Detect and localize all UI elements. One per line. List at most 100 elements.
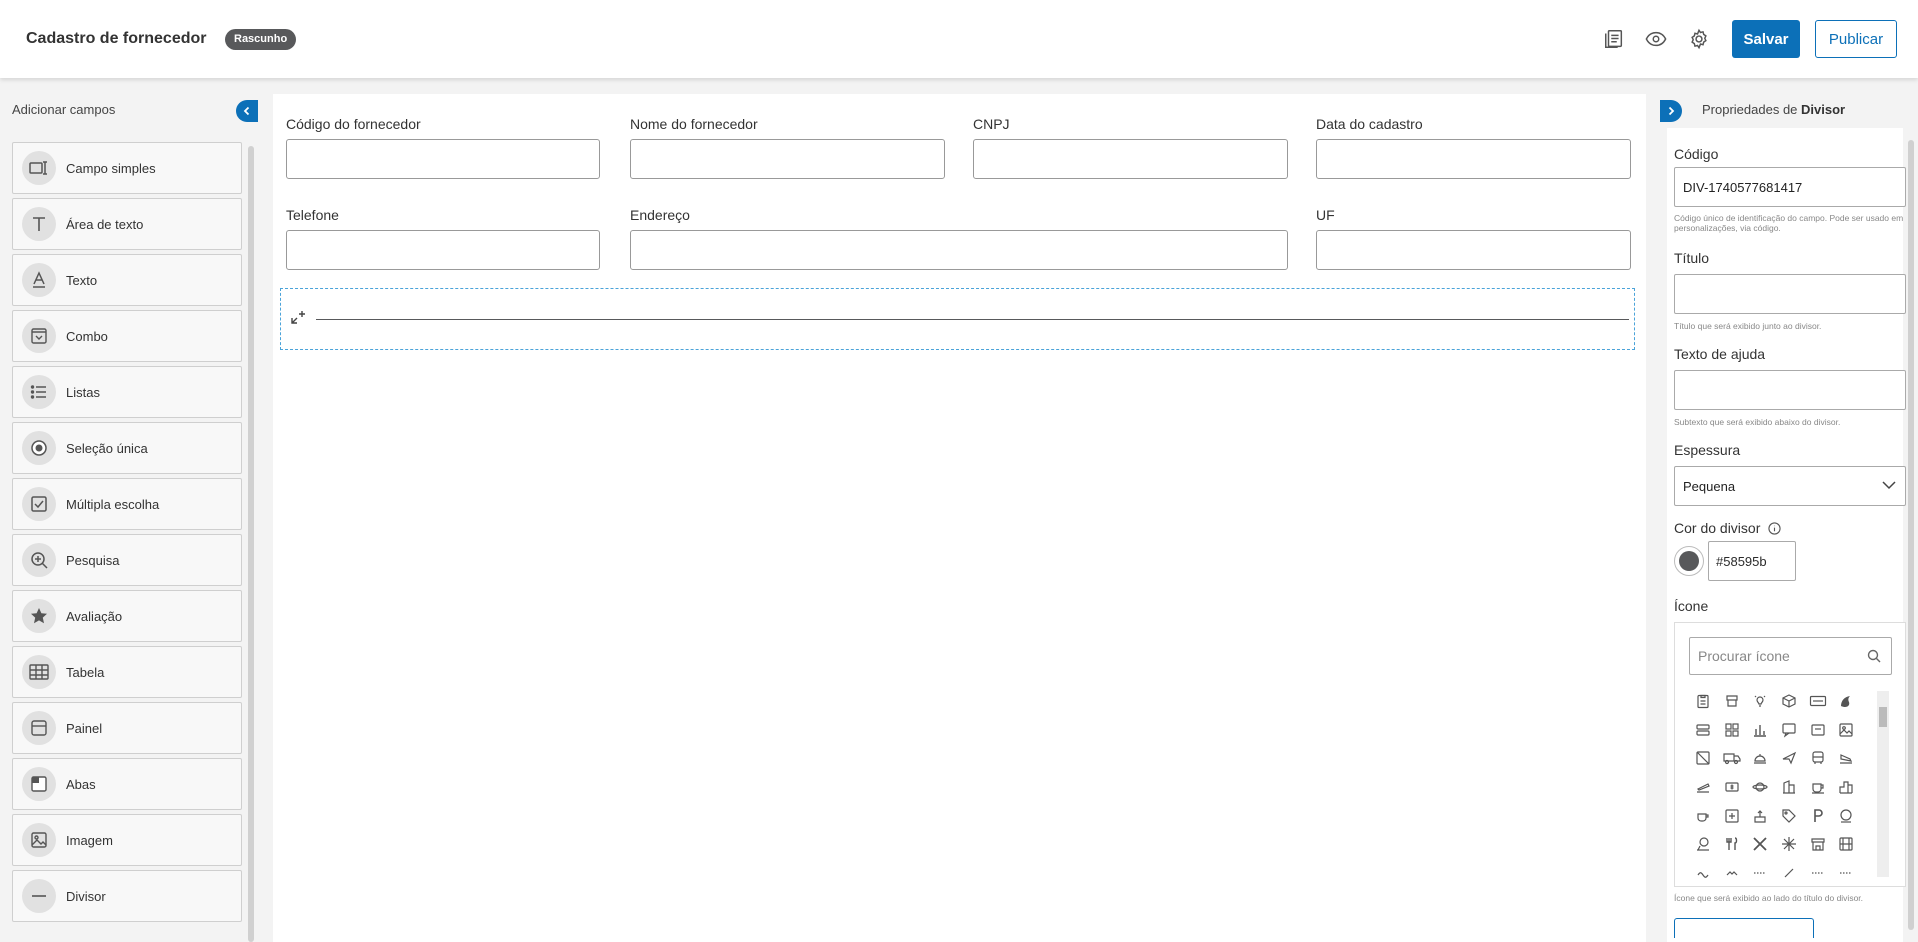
uf-input[interactable]	[1316, 230, 1631, 270]
button-tag-icon[interactable]	[1803, 687, 1832, 716]
film-icon[interactable]	[1832, 830, 1861, 859]
plane-landing-icon[interactable]	[1832, 744, 1861, 773]
clipboard-icon[interactable]	[1689, 687, 1718, 716]
gear-icon[interactable]	[1686, 26, 1712, 52]
misc-icon[interactable]	[1689, 859, 1718, 885]
field-type-imagem[interactable]: Imagem	[12, 814, 242, 866]
ab-chat-icon[interactable]	[1775, 716, 1804, 745]
field-type-tabela[interactable]: Tabela	[12, 646, 242, 698]
snowflake-icon[interactable]	[1775, 830, 1804, 859]
restaurant-icon[interactable]	[1718, 830, 1747, 859]
tabs-icon	[22, 767, 56, 801]
title-input[interactable]	[1674, 274, 1906, 314]
field-label: CNPJ	[973, 116, 1010, 132]
cup-icon[interactable]	[1803, 773, 1832, 802]
save-button[interactable]: Salvar	[1732, 20, 1800, 58]
properties-title-target: Divisor	[1801, 102, 1846, 117]
field-type-listas[interactable]: Listas	[12, 366, 242, 418]
money-icon[interactable]	[1718, 773, 1747, 802]
list-view-icon[interactable]	[1601, 26, 1627, 52]
thickness-select[interactable]: Pequena	[1674, 466, 1906, 506]
server-icon[interactable]	[1689, 716, 1718, 745]
field-type-painel[interactable]: Painel	[12, 702, 242, 754]
ams-badge-icon[interactable]	[1718, 687, 1747, 716]
supplier-name-input[interactable]	[630, 139, 945, 179]
no-image-icon[interactable]	[1689, 744, 1718, 773]
truck-icon[interactable]	[1718, 744, 1747, 773]
parking-icon[interactable]	[1803, 801, 1832, 830]
registration-date-input[interactable]	[1316, 139, 1631, 179]
field-type-label: Texto	[66, 272, 98, 288]
planet-icon[interactable]	[1746, 773, 1775, 802]
coffee-icon[interactable]	[1689, 801, 1718, 830]
hospital-icon[interactable]	[1718, 801, 1747, 830]
selected-divider[interactable]	[280, 288, 1635, 350]
info-icon[interactable]	[1768, 521, 1782, 535]
field-type-avaliacao[interactable]: Avaliação	[12, 590, 242, 642]
location-icon[interactable]	[1689, 830, 1718, 859]
field-type-area-de-texto[interactable]: Área de texto	[12, 198, 242, 250]
icon-grid-scroll-thumb[interactable]	[1879, 707, 1887, 727]
misc-icon[interactable]	[1746, 859, 1775, 885]
code-input[interactable]: DIV-1740577681417	[1674, 167, 1906, 207]
field-type-multipla-escolha[interactable]: Múltipla escolha	[12, 478, 242, 530]
field-label: Telefone	[286, 207, 339, 223]
collapse-right-panel-button[interactable]	[1660, 100, 1682, 122]
cloche-icon[interactable]	[1746, 744, 1775, 773]
color-swatch[interactable]	[1674, 546, 1704, 576]
supplier-code-input[interactable]	[286, 139, 600, 179]
store-icon[interactable]	[1803, 830, 1832, 859]
collapse-left-panel-button[interactable]	[236, 100, 258, 122]
bus-icon[interactable]	[1803, 744, 1832, 773]
field-type-label: Abas	[66, 776, 96, 792]
misc-icon[interactable]	[1718, 859, 1747, 885]
partial-button[interactable]	[1674, 918, 1814, 938]
field-type-abas[interactable]: Abas	[12, 758, 242, 810]
plane-takeoff-icon[interactable]	[1689, 773, 1718, 802]
ab-box-icon[interactable]	[1803, 716, 1832, 745]
tag-icon[interactable]	[1775, 801, 1804, 830]
fountain-icon[interactable]	[1746, 801, 1775, 830]
phone-input[interactable]	[286, 230, 600, 270]
field-type-label: Listas	[66, 384, 100, 400]
color-hex-input[interactable]: #58595b	[1708, 541, 1796, 581]
grid-icon[interactable]	[1718, 716, 1747, 745]
help-text-input[interactable]	[1674, 370, 1906, 410]
radio-icon	[22, 431, 56, 465]
address-input[interactable]	[630, 230, 1288, 270]
icon-search-input[interactable]: Procurar ícone	[1689, 637, 1892, 675]
right-panel-scrollbar[interactable]	[1908, 140, 1914, 930]
field-type-texto[interactable]: Texto	[12, 254, 242, 306]
input-field-icon	[22, 151, 56, 185]
misc-icon[interactable]	[1775, 859, 1804, 885]
checkbox-icon	[22, 487, 56, 521]
city-icon[interactable]	[1832, 773, 1861, 802]
chevron-down-icon	[1881, 477, 1897, 496]
box-icon[interactable]	[1775, 687, 1804, 716]
misc-icon[interactable]	[1832, 859, 1861, 885]
dragon-icon[interactable]	[1832, 687, 1861, 716]
picture-icon[interactable]	[1832, 716, 1861, 745]
cnpj-input[interactable]	[973, 139, 1288, 179]
left-panel-scrollbar[interactable]	[248, 146, 254, 942]
publish-button[interactable]: Publicar	[1815, 20, 1897, 58]
field-type-divisor[interactable]: Divisor	[12, 870, 242, 922]
field-type-pesquisa[interactable]: Pesquisa	[12, 534, 242, 586]
color-swatch-fill	[1679, 551, 1699, 571]
eye-icon[interactable]	[1643, 26, 1669, 52]
cutlery-cross-icon[interactable]	[1746, 830, 1775, 859]
field-label: Endereço	[630, 207, 690, 223]
combo-icon	[22, 319, 56, 353]
field-type-selecao-unica[interactable]: Seleção única	[12, 422, 242, 474]
building-icon[interactable]	[1775, 773, 1804, 802]
airplane-icon[interactable]	[1775, 744, 1804, 773]
lightbulb-icon[interactable]	[1746, 687, 1775, 716]
icon-grid-scrollbar[interactable]	[1877, 691, 1889, 877]
map-pin-icon[interactable]	[1832, 801, 1861, 830]
field-type-label: Painel	[66, 720, 103, 736]
field-type-campo-simples[interactable]: Campo simples	[12, 142, 242, 194]
bar-chart-icon[interactable]	[1746, 716, 1775, 745]
misc-icon[interactable]	[1803, 859, 1832, 885]
field-type-combo[interactable]: Combo	[12, 310, 242, 362]
properties-panel: Propriedades de Divisor Código DIV-17405…	[1660, 78, 1918, 942]
